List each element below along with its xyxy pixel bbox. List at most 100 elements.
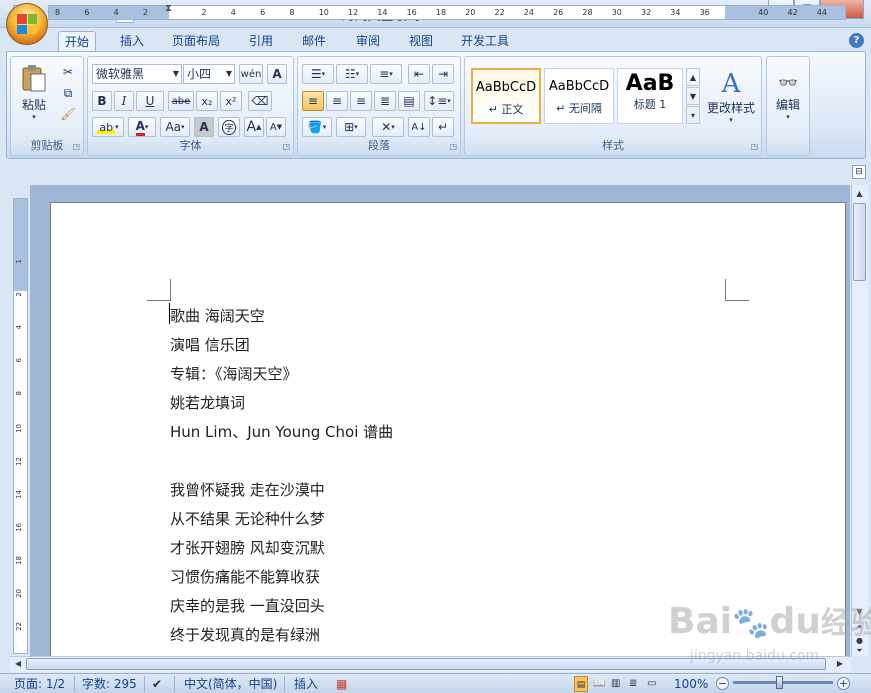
document-line[interactable]: 演唱 信乐团: [170, 334, 250, 355]
document-line[interactable]: Hun Lim、Jun Young Choi 谱曲: [170, 421, 393, 442]
document-line[interactable]: 才张开翅膀 风却变沉默: [170, 537, 325, 558]
styles-dialog-launcher-icon[interactable]: ◳: [750, 142, 758, 151]
chinese-layout-icon: ✕: [381, 120, 392, 134]
align-right-icon[interactable]: ≡: [350, 91, 372, 111]
styles-more-icon[interactable]: ▾: [686, 106, 700, 124]
zoom-level[interactable]: 100%: [674, 676, 708, 692]
align-center-icon[interactable]: ≡: [326, 91, 348, 111]
paste-button[interactable]: 粘贴 ▾: [17, 62, 51, 122]
font-size-combo[interactable]: 小四 ▼: [183, 64, 235, 84]
decrease-indent-icon[interactable]: ⇤: [408, 64, 430, 84]
status-word-count[interactable]: 字数: 295: [82, 676, 137, 692]
line-spacing-button[interactable]: ↕≡ ▾: [424, 91, 454, 111]
copy-icon[interactable]: ⧉: [59, 84, 77, 102]
sort-icon[interactable]: A↓: [408, 117, 430, 137]
shrink-font-button[interactable]: A ▼: [266, 117, 286, 137]
change-styles-button[interactable]: A 更改样式 ▾: [703, 63, 759, 129]
multilevel-list-button[interactable]: ≡ ▾: [370, 64, 402, 84]
tab-home[interactable]: 开始: [58, 31, 97, 52]
enclose-chars-button[interactable]: 字: [218, 117, 240, 137]
font-size-dropdown-icon[interactable]: ▼: [226, 65, 232, 83]
tab-developer[interactable]: 开发工具: [455, 31, 515, 52]
web-layout-view-icon[interactable]: ▥: [611, 676, 620, 692]
outline-view-icon[interactable]: ≣: [629, 676, 637, 692]
increase-indent-icon[interactable]: ⇥: [432, 64, 454, 84]
highlight-button[interactable]: ab ▾: [92, 117, 124, 137]
zoom-slider-knob[interactable]: [776, 676, 783, 689]
horizontal-ruler[interactable]: 8 6 4 2 2 4 6 8 10 12 14 16 18 20 22 24 26 28 30 32 34 36 40 42…: [48, 3, 846, 20]
font-name-dropdown-icon[interactable]: ▼: [173, 65, 179, 83]
document-line[interactable]: 终于发现真的是有绿洲: [170, 624, 320, 645]
italic-button[interactable]: I: [114, 91, 134, 111]
strikethrough-button[interactable]: abe: [168, 91, 194, 111]
document-line[interactable]: 专辑：《海阔天空》: [170, 363, 298, 384]
document-line[interactable]: 从不结果 无论种什么梦: [170, 508, 325, 529]
tab-insert[interactable]: 插入: [114, 31, 150, 52]
justify-icon[interactable]: ≣: [374, 91, 396, 111]
char-border-button[interactable]: A: [267, 64, 287, 84]
styles-scroll-down-icon[interactable]: ▼: [686, 87, 700, 105]
document-line[interactable]: 歌曲 海阔天空: [170, 305, 265, 326]
chinese-layout-button[interactable]: ✕ ▾: [372, 117, 404, 137]
format-painter-icon[interactable]: 🖌: [59, 105, 77, 123]
document-line[interactable]: 庆幸的是我 一直没回头: [170, 595, 325, 616]
ruler-tick: 16: [406, 8, 417, 17]
cut-icon[interactable]: ✂: [59, 63, 77, 81]
help-icon[interactable]: ?: [849, 33, 864, 48]
document-line[interactable]: 习惯伤痛能不能算收获: [170, 566, 320, 587]
distributed-icon[interactable]: ▤: [398, 91, 420, 111]
vertical-scroll-thumb[interactable]: [853, 203, 866, 281]
vertical-ruler[interactable]: 1 2 4 6 8 10 12 14 16 18 20 22: [13, 198, 28, 654]
change-case-button[interactable]: Aa ▾: [160, 117, 190, 137]
style-no-spacing[interactable]: AaBbCcD ↵ 无间隔: [544, 68, 614, 124]
print-layout-view-icon[interactable]: ▤: [574, 676, 588, 692]
ruler-tick: 8: [289, 8, 295, 17]
status-page[interactable]: 页面: 1/2: [14, 676, 65, 692]
styles-scroll-up-icon[interactable]: ▲: [686, 68, 700, 86]
full-screen-view-icon[interactable]: 📖: [593, 676, 605, 692]
zoom-in-icon[interactable]: +: [837, 677, 850, 690]
show-marks-icon[interactable]: ↵: [432, 117, 454, 137]
phonetic-guide-button[interactable]: wén: [239, 64, 263, 84]
clear-formatting-icon[interactable]: ⌫: [248, 91, 272, 111]
scroll-up-icon[interactable]: ▲: [853, 187, 866, 201]
status-language[interactable]: 中文(简体，中国): [184, 676, 277, 692]
proofing-icon[interactable]: ✔: [152, 676, 162, 692]
style-heading-1[interactable]: AaB 标题 1: [617, 68, 683, 124]
char-shading-button[interactable]: A: [194, 117, 214, 137]
font-name-combo[interactable]: 微软雅黑 ▼: [92, 64, 182, 84]
office-button[interactable]: [6, 3, 48, 45]
editing-button[interactable]: 👓 编辑 ▾: [769, 63, 807, 131]
status-insert-mode[interactable]: 插入: [294, 676, 318, 692]
paragraph-dialog-launcher-icon[interactable]: ◳: [449, 142, 457, 151]
watermark-bai: Bai: [668, 601, 733, 642]
bullets-button[interactable]: ☰ ▾: [302, 64, 334, 84]
tab-page-layout[interactable]: 页面布局: [166, 31, 226, 52]
tab-references[interactable]: 引用: [243, 31, 279, 52]
align-left-icon[interactable]: ≡: [302, 91, 324, 111]
tab-view[interactable]: 视图: [403, 31, 439, 52]
scroll-left-icon[interactable]: ◀: [12, 658, 24, 670]
grow-font-button[interactable]: A ▲: [244, 117, 264, 137]
borders-button[interactable]: ⊞ ▾: [336, 117, 366, 137]
superscript-button[interactable]: x²: [220, 91, 242, 111]
clipboard-dialog-launcher-icon[interactable]: ◳: [72, 142, 80, 151]
zoom-out-icon[interactable]: −: [716, 677, 729, 690]
tab-mailings[interactable]: 邮件: [296, 31, 332, 52]
subscript-button[interactable]: x₂: [196, 91, 218, 111]
font-color-button[interactable]: A ▾: [128, 117, 156, 137]
indent-marker-icon[interactable]: ⧗: [165, 3, 172, 14]
font-dialog-launcher-icon[interactable]: ◳: [282, 142, 290, 151]
document-line[interactable]: 我曾怀疑我 走在沙漠中: [170, 479, 325, 500]
view-ruler-icon[interactable]: ⊟: [852, 165, 866, 179]
style-normal[interactable]: AaBbCcD ↵ 正文: [471, 68, 541, 124]
shading-button[interactable]: 🪣 ▾: [302, 117, 332, 137]
tab-review[interactable]: 审阅: [350, 31, 386, 52]
underline-button[interactable]: U: [136, 91, 164, 111]
zoom-slider[interactable]: [733, 681, 833, 684]
draft-view-icon[interactable]: ▭: [647, 676, 656, 692]
document-line[interactable]: 姚若龙填词: [170, 392, 245, 413]
numbering-button[interactable]: ☷ ▾: [336, 64, 368, 84]
bold-button[interactable]: B: [92, 91, 112, 111]
macro-record-icon[interactable]: ▦: [336, 676, 347, 692]
